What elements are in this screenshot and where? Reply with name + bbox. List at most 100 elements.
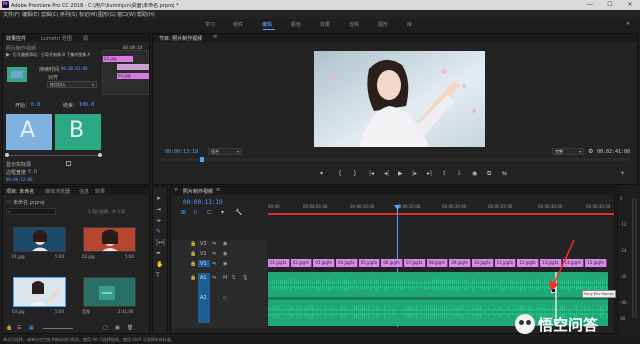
- type-tool-icon[interactable]: T: [156, 272, 160, 279]
- timeline-clip[interactable]: 09.jpg fx: [449, 259, 471, 267]
- quality-dropdown[interactable]: 完整 ▾: [552, 148, 584, 155]
- track-lock-icon[interactable]: 🔒: [190, 241, 196, 247]
- menu-file[interactable]: 文件(F): [3, 11, 20, 18]
- lift-icon[interactable]: ⇪: [442, 170, 447, 177]
- track-select-tool-icon[interactable]: ⇥: [156, 206, 161, 213]
- zoom-slider[interactable]: [43, 328, 73, 329]
- menu-graphics[interactable]: 图形(G): [98, 11, 116, 18]
- tab-media-browser[interactable]: 媒体浏览器: [45, 188, 70, 195]
- track-sync-icon[interactable]: ⇋: [212, 261, 216, 267]
- track-label-v3[interactable]: V3: [200, 241, 207, 247]
- ec-duration-value[interactable]: 00:00:01:00: [61, 66, 88, 71]
- new-bin-icon[interactable]: ▢: [103, 325, 108, 331]
- razor-tool-icon[interactable]: ✎: [156, 228, 161, 235]
- ec-clip-b[interactable]: 03.jpg: [117, 73, 149, 79]
- eye-icon[interactable]: ◉: [223, 251, 227, 257]
- workspace-tab-graphics[interactable]: 图形: [378, 21, 388, 28]
- track-lock-icon[interactable]: 🔒: [190, 251, 196, 257]
- workspace-tab-color[interactable]: 颜色: [291, 21, 301, 28]
- workspace-tab-libraries[interactable]: 库: [407, 21, 412, 28]
- ec-slider-handle-end[interactable]: [98, 153, 102, 157]
- track-label-v1[interactable]: V1: [200, 261, 207, 267]
- program-timecode[interactable]: 00:00:13:19: [165, 149, 198, 155]
- tab-lumetri-scopes[interactable]: Lumetri 范围: [41, 35, 72, 42]
- pen-tool-icon[interactable]: ✒: [156, 250, 161, 257]
- ec-align-dropdown[interactable]: 终点切入 ▾: [47, 81, 97, 88]
- track-lock-icon[interactable]: 🔒: [190, 275, 196, 281]
- track-label-v2[interactable]: V2: [200, 251, 207, 257]
- nest-toggle-icon[interactable]: ⊞: [181, 209, 186, 216]
- ec-transition-bar[interactable]: [117, 64, 149, 70]
- fit-dropdown[interactable]: 适合 ▾: [208, 148, 242, 155]
- timeline-clip[interactable]: 02.jpg fx: [290, 259, 313, 267]
- new-item-icon[interactable]: ▣: [115, 325, 120, 331]
- export-frame-icon[interactable]: ◉: [472, 170, 477, 177]
- add-marker-icon[interactable]: ▾: [221, 209, 224, 216]
- eye-icon[interactable]: ◉: [223, 261, 227, 267]
- workspace-tab-assembly[interactable]: 组件: [233, 21, 243, 28]
- menu-marker[interactable]: 标记(M): [79, 11, 97, 18]
- timeline-clip[interactable]: 07.jpg fx: [404, 259, 426, 267]
- menu-edit[interactable]: 编辑(E): [22, 11, 39, 18]
- project-thumb-02[interactable]: [83, 227, 136, 252]
- add-marker-icon[interactable]: ▾: [320, 170, 323, 177]
- snap-icon[interactable]: ∩: [193, 209, 197, 216]
- timeline-clip[interactable]: 11.jpg fx: [494, 259, 517, 267]
- program-playhead[interactable]: [200, 157, 204, 162]
- list-view-icon[interactable]: ☰: [17, 325, 21, 331]
- ripple-edit-tool-icon[interactable]: ⟛: [156, 217, 161, 225]
- timeline-settings-icon[interactable]: 🔧: [235, 209, 242, 216]
- timeline-clip[interactable]: 10.jpg fx: [472, 259, 494, 267]
- voiceover-mic-icon[interactable]: 🎙: [242, 275, 248, 281]
- go-to-in-icon[interactable]: |◂: [369, 170, 374, 177]
- menu-clip[interactable]: 剪辑(C): [41, 11, 58, 18]
- close-button[interactable]: ✕: [620, 0, 640, 10]
- lock-icon[interactable]: 🔒: [6, 325, 12, 331]
- extract-icon[interactable]: ⇩: [457, 170, 462, 177]
- ec-clip-a[interactable]: 02.jpg: [103, 56, 133, 62]
- timeline-clip[interactable]: 15.jpg fx: [585, 259, 607, 267]
- timeline-clip[interactable]: 08.jpg fx: [426, 259, 449, 267]
- work-area-bar[interactable]: [268, 213, 614, 215]
- ec-slider-handle-start[interactable]: [5, 153, 9, 157]
- linked-selection-icon[interactable]: ⊏: [207, 209, 212, 216]
- timeline-menu-icon[interactable]: ≡: [216, 187, 220, 193]
- track-sync-icon[interactable]: ⇋: [212, 241, 216, 247]
- project-thumb-03[interactable]: [13, 277, 66, 307]
- mute-icon[interactable]: M: [223, 275, 227, 281]
- tab-effect-controls[interactable]: 效果控件: [6, 35, 26, 42]
- menu-sequence[interactable]: 序列(S): [60, 11, 77, 18]
- tab-info[interactable]: 信息: [79, 188, 89, 195]
- timeline-clip[interactable]: 04.jpg fx: [336, 259, 358, 267]
- workspace-tab-audio[interactable]: 音频: [349, 21, 359, 28]
- timeline-clip[interactable]: 03.jpg fx: [313, 259, 335, 267]
- play-icon[interactable]: ▶: [398, 170, 403, 177]
- track-label-a1[interactable]: A1: [200, 275, 207, 281]
- mark-out-icon[interactable]: }: [353, 170, 357, 177]
- timeline-timecode[interactable]: 00:00:13:19: [183, 199, 223, 206]
- ec-border-width-value[interactable]: 0.0: [28, 169, 37, 175]
- solo-icon[interactable]: S: [232, 275, 235, 281]
- workspace-tab-effects[interactable]: 效果: [320, 21, 330, 28]
- clear-icon[interactable]: 🗑: [127, 325, 133, 331]
- ec-start-value[interactable]: 0.0: [31, 102, 40, 108]
- timeline-clip[interactable]: 12.jpg fx: [517, 259, 539, 267]
- project-thumb-audio[interactable]: [83, 277, 136, 307]
- minimize-button[interactable]: —: [580, 0, 600, 10]
- track-sync-icon[interactable]: ⇋: [212, 251, 216, 257]
- mark-in-icon[interactable]: {: [338, 170, 342, 177]
- project-search-input[interactable]: ⌕: [6, 208, 56, 215]
- program-scrubber[interactable]: [160, 158, 630, 161]
- menu-help[interactable]: 帮助(H): [137, 11, 155, 18]
- expand-triangle-icon[interactable]: ▶: [6, 52, 10, 58]
- timeline-ruler[interactable]: 00:00 00:00:05:00 00:00:10:00 00:00:15:0…: [268, 196, 614, 216]
- comparison-view-icon[interactable]: ⧉: [487, 170, 491, 178]
- ec-start-end-slider[interactable]: [6, 155, 101, 156]
- go-to-out-icon[interactable]: ▸|: [427, 170, 432, 177]
- track-lock-icon[interactable]: 🔒: [190, 261, 196, 267]
- menu-window[interactable]: 窗口(W): [117, 11, 136, 18]
- timeline-clip[interactable]: 01.jpg fx: [268, 259, 290, 267]
- track-label-a2[interactable]: A2: [200, 295, 207, 301]
- ec-end-value[interactable]: 100.0: [79, 102, 94, 108]
- step-back-icon[interactable]: ◂|: [384, 170, 389, 177]
